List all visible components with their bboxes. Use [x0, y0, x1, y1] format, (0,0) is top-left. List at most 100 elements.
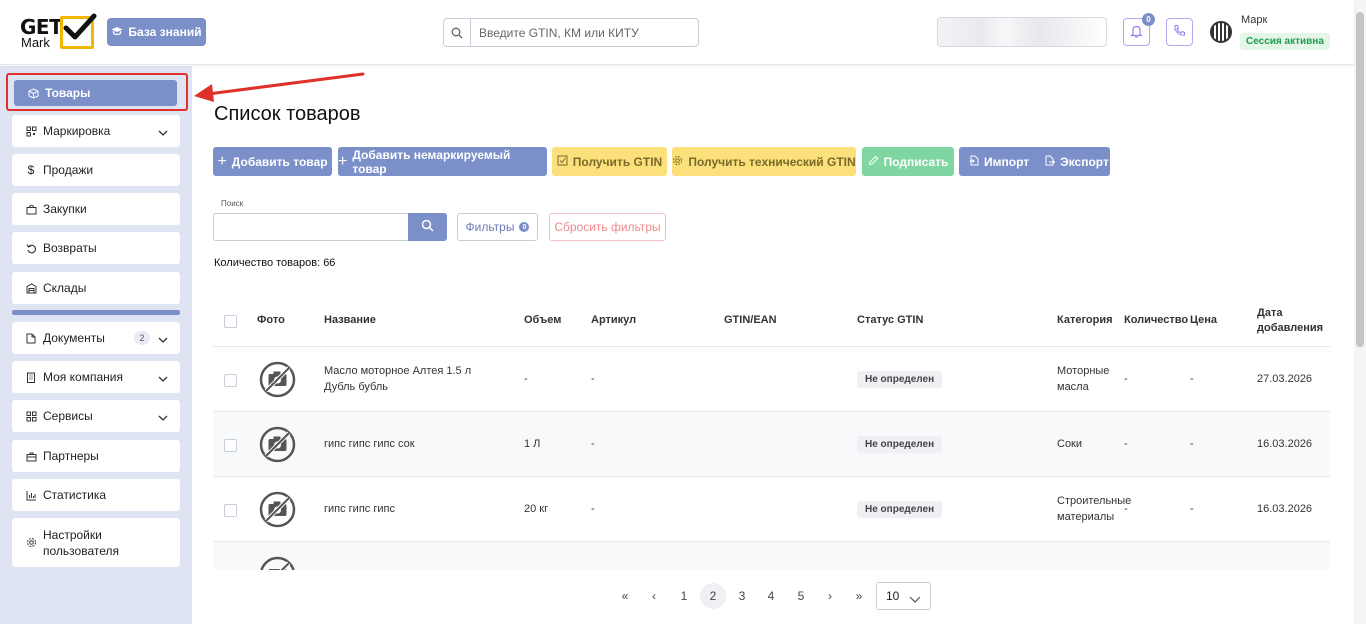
product-date: 27.03.2026 — [1257, 373, 1313, 385]
import-button[interactable]: Импорт — [969, 155, 1029, 169]
sidebar-item-user-settings[interactable]: Настройки пользователя — [12, 518, 180, 567]
search-icon[interactable] — [444, 19, 471, 46]
sidebar-item-sales[interactable]: $ Продажи — [12, 154, 180, 186]
sidebar-item-services[interactable]: Сервисы — [12, 400, 180, 432]
dollar-icon: $ — [27, 163, 35, 177]
product-date: 16.03.2026 — [1257, 503, 1313, 515]
pagination-page[interactable]: 4 — [758, 583, 784, 609]
pagination-page[interactable]: 5 — [788, 583, 814, 609]
filters-button[interactable]: Фильтры 0 — [457, 213, 538, 241]
product-search-input[interactable] — [213, 213, 408, 241]
pagination-last[interactable]: » — [846, 583, 872, 609]
product-name-line2: Дубль бубль — [324, 381, 388, 393]
product-search-button[interactable] — [408, 213, 447, 241]
global-search — [443, 18, 699, 47]
logo-check-icon — [60, 13, 97, 49]
get-gtin-button[interactable]: Получить GTIN — [552, 147, 667, 176]
import-label: Импорт — [984, 154, 1030, 169]
warehouse-icon — [25, 282, 37, 294]
getmark-logo[interactable]: GET Mark — [20, 13, 97, 51]
sign-button[interactable]: Подписать — [862, 147, 954, 176]
user-avatar[interactable] — [1210, 21, 1232, 43]
graduation-cap-icon — [111, 25, 123, 39]
add-product-button[interactable]: + Добавить товар — [213, 147, 332, 176]
gear-icon — [25, 537, 37, 549]
product-category-line2: масла — [1057, 381, 1089, 393]
sidebar-item-statistics[interactable]: Статистика — [12, 479, 180, 511]
pagination-page-current[interactable]: 2 — [700, 583, 726, 609]
sidebar-item-warehouses[interactable]: Склады — [12, 272, 180, 304]
get-technical-gtin-button[interactable]: Получить технический GTIN — [672, 147, 856, 176]
export-label: Экспорт — [1060, 154, 1109, 169]
per-page-value: 10 — [886, 589, 900, 603]
product-name[interactable]: гипс гипс гипс сок — [324, 436, 415, 452]
no-photo-icon — [259, 426, 296, 463]
session-status-badge: Сессия активна — [1240, 33, 1330, 50]
pagination-next[interactable]: › — [817, 583, 843, 609]
add-unmarked-product-button[interactable]: + Добавить немаркируемый товар — [338, 147, 547, 176]
product-quantity: - — [1124, 503, 1128, 515]
filters-label: Фильтры — [465, 220, 515, 234]
call-button[interactable] — [1166, 18, 1193, 46]
sidebar-item-my-company[interactable]: Моя компания — [12, 361, 180, 393]
notifications-button[interactable]: 0 — [1123, 13, 1155, 46]
column-header-volume[interactable]: Объем — [524, 314, 561, 326]
row-checkbox[interactable] — [224, 439, 237, 452]
sidebar-item-marking[interactable]: Маркировка — [12, 115, 180, 147]
product-name[interactable]: гипс гипс гипс — [324, 501, 395, 517]
sidebar-item-purchases[interactable]: Закупки — [12, 193, 180, 225]
filters-count-badge: 0 — [519, 222, 530, 232]
sidebar-item-label: Закупки — [43, 202, 87, 216]
import-export-group: Импорт Экспорт — [959, 147, 1110, 176]
notifications-badge: 0 — [1142, 13, 1155, 26]
column-header-date-line2: добавления — [1257, 322, 1324, 334]
column-header-status[interactable]: Статус GTIN — [857, 314, 923, 326]
annotation-arrow-icon — [194, 72, 365, 102]
export-button[interactable]: Экспорт — [1045, 155, 1109, 169]
column-header-price[interactable]: Цена — [1190, 314, 1217, 326]
select-all-checkbox[interactable] — [224, 315, 237, 328]
documents-count-badge: 2 — [134, 331, 150, 345]
column-header-gtin[interactable]: GTIN/EAN — [724, 314, 777, 326]
page-scrollbar[interactable] — [1354, 0, 1366, 624]
search-icon — [421, 219, 434, 235]
product-article: - — [591, 438, 595, 450]
per-page-select[interactable]: 10 — [876, 582, 931, 610]
sidebar-item-returns[interactable]: Возвраты — [12, 232, 180, 264]
sidebar-item-label: Товары — [45, 86, 91, 100]
sidebar-item-label: Документы — [43, 331, 105, 345]
row-checkbox[interactable] — [224, 374, 237, 387]
status-badge: Не определен — [857, 371, 943, 388]
sidebar-item-label: Партнеры — [43, 449, 99, 463]
pagination-first[interactable]: « — [612, 583, 638, 609]
product-date: 16.03.2026 — [1257, 438, 1313, 450]
pagination-page[interactable]: 3 — [729, 583, 755, 609]
product-price: - — [1190, 503, 1194, 515]
column-header-quantity[interactable]: Количество — [1124, 314, 1188, 326]
product-name[interactable]: Масло моторное Алтея 1.5 л Дубль бубль — [324, 363, 471, 395]
top-header: GET Mark База знаний 0 Марк Сессия актив… — [0, 0, 1354, 65]
column-header-name[interactable]: Название — [324, 314, 376, 326]
sidebar-item-products[interactable]: Товары — [14, 80, 177, 106]
product-price: - — [1190, 373, 1194, 385]
row-checkbox[interactable] — [224, 504, 237, 517]
user-name[interactable]: Марк — [1241, 14, 1267, 26]
add-unmarked-label: Добавить немаркируемый товар — [352, 147, 511, 176]
column-header-date[interactable]: Дата добавления — [1257, 306, 1323, 336]
knowledge-base-button[interactable]: База знаний — [107, 18, 206, 46]
scrollbar-thumb[interactable] — [1356, 12, 1364, 347]
table-row[interactable] — [213, 542, 1330, 570]
pencil-icon — [868, 155, 879, 169]
sidebar-item-documents[interactable]: Документы 2 — [12, 322, 180, 354]
product-quantity: - — [1124, 373, 1128, 385]
sidebar-item-label: Статистика — [43, 488, 107, 502]
column-header-article[interactable]: Артикул — [591, 314, 636, 326]
pagination-prev[interactable]: ‹ — [641, 583, 667, 609]
organization-select[interactable] — [937, 17, 1107, 47]
product-quantity: - — [1124, 438, 1128, 450]
column-header-category[interactable]: Категория — [1057, 314, 1113, 326]
sidebar-item-partners[interactable]: Партнеры — [12, 440, 180, 472]
reset-filters-button[interactable]: Сбросить фильтры — [549, 213, 666, 241]
pagination-page[interactable]: 1 — [671, 583, 697, 609]
global-search-input[interactable] — [471, 25, 691, 40]
